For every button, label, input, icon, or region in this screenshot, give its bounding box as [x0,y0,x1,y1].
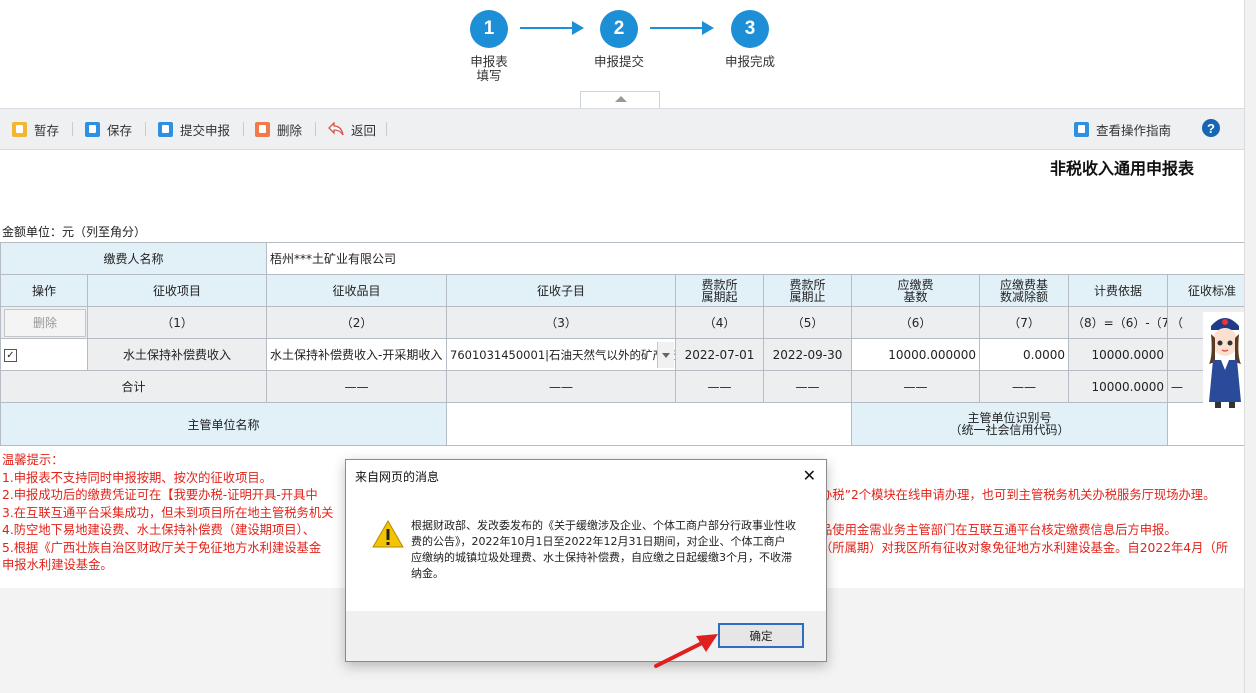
back-arrow-icon [328,122,344,136]
view-guide-button[interactable]: 查看操作指南 [1074,120,1171,138]
col-header-category: 征收品目 [266,274,448,307]
save-button[interactable]: 保存 [85,120,132,138]
index-cell: （3） [446,306,677,339]
save-draft-button[interactable]: 暂存 [12,120,59,138]
subcategory-select[interactable]: 7601031450001|石油天然气以外的矿产资 [446,338,677,371]
col-header-standard: 征收标准 [1167,274,1256,307]
payer-name-value: 梧州***土矿业有限公司 [266,242,1256,275]
dialog-message: 根据财政部、发改委发布的《关于缓缴涉及企业、个体工商户部分行政事业性收费的公告》… [411,519,796,580]
total-dash: —— [851,370,981,403]
delete-button[interactable]: 删除 [255,120,302,138]
index-cell: （1） [86,306,268,339]
row-basis: 10000.0000 [1068,338,1169,371]
page-title: 非税收入通用申报表 [1050,159,1195,178]
chevron-down-icon[interactable] [657,342,675,368]
help-icon[interactable]: ? [1202,119,1220,137]
row-category: 水土保持补偿费收入-开采期收入 [266,338,448,371]
step-3-circle: 3 [731,10,769,48]
step-2-circle: 2 [600,10,638,48]
toolbar-divider [315,122,316,136]
toolbar-divider [145,122,146,136]
index-cell: （5） [763,306,853,339]
step-2-label: 申报提交 [593,54,644,69]
index-cell: （2） [266,306,448,339]
step-arrow [650,21,714,35]
index-cell: （4） [675,306,765,339]
row-checkbox[interactable]: ✓ [4,349,17,362]
fee-base-input[interactable]: 10000.000000 [851,338,981,371]
toolbar-divider [243,122,244,136]
base-deduction-input[interactable]: 0.0000 [979,338,1070,371]
assistant-mascot-icon[interactable] [1203,312,1247,408]
guide-icon [1074,121,1089,137]
col-header-period-start: 费款所 属期起 [675,274,765,307]
progress-steps: 1 2 3 申报表 填写 申报提交 申报完成 [0,0,1256,109]
chevron-up-icon [615,96,627,102]
index-cell: （6） [851,306,981,339]
authority-id-input[interactable] [1167,402,1256,446]
save-icon [85,121,100,137]
col-header-subcategory: 征收子目 [446,274,677,307]
total-label: 合计 [0,370,268,403]
authority-name-input[interactable] [446,402,853,446]
col-header-base-deduction: 应缴费基 数减除额 [979,274,1070,307]
toolbar-divider [72,122,73,136]
payer-name-label: 缴费人名称 [0,242,268,275]
submit-icon [158,121,173,137]
index-cell: （8）=（6）-（7） [1068,306,1169,339]
delete-row-cell: 删除 [0,306,88,339]
row-select-cell: ✓ [0,338,88,371]
unit-note: 金额单位：元（列至角分） [2,225,147,239]
col-header-period-end: 费款所 属期止 [763,274,853,307]
delete-row-button[interactable]: 删除 [4,308,86,337]
authority-name-label: 主管单位名称 [0,402,448,446]
col-header-operation: 操作 [0,274,88,307]
back-button[interactable]: 返回 [328,120,376,138]
submit-button[interactable]: 提交申报 [158,120,230,138]
ok-button[interactable]: 确定 [718,623,804,648]
total-dash: —— [763,370,853,403]
col-header-fee-base: 应缴费 基数 [851,274,981,307]
total-dash: —— [266,370,448,403]
declaration-table: 缴费人名称 梧州***土矿业有限公司 操作 征收项目 征收品目 征收子目 费款所… [0,242,1256,446]
close-icon[interactable]: ✕ [803,466,816,485]
toolbar: 暂存 保存 提交申报 删除 返回 查看操作指南 [0,108,1244,150]
trash-icon [255,121,270,137]
warning-icon [372,519,404,548]
toolbar-divider [386,122,387,136]
step-arrow [520,21,584,35]
authority-id-label: 主管单位识别号 （统一社会信用代码） [851,402,1169,446]
total-dash: —— [979,370,1070,403]
total-dash: —— [446,370,677,403]
dialog-title: 来自网页的消息 [355,470,440,484]
row-period-end: 2022-09-30 [763,338,853,371]
step-1-circle: 1 [470,10,508,48]
vertical-scrollbar[interactable] [1244,0,1256,693]
collapse-steps-toggle[interactable] [580,91,660,109]
draft-icon [12,121,27,137]
col-header-basis: 计费依据 [1068,274,1169,307]
row-period-start: 2022-07-01 [675,338,765,371]
col-header-item: 征收项目 [86,274,268,307]
total-basis: 10000.0000 [1068,370,1169,403]
step-3-label: 申报完成 [724,54,775,69]
index-cell: （7） [979,306,1070,339]
row-item: 水土保持补偿费收入 [86,338,268,371]
subcategory-value: 7601031450001|石油天然气以外的矿产资 [450,347,676,362]
step-1-label: 申报表 填写 [470,54,508,83]
total-dash: —— [675,370,765,403]
annotation-arrow-icon [654,634,718,668]
message-dialog: 来自网页的消息 ✕ 根据财政部、发改委发布的《关于缓缴涉及企业、个体工商户部分行… [345,459,827,662]
